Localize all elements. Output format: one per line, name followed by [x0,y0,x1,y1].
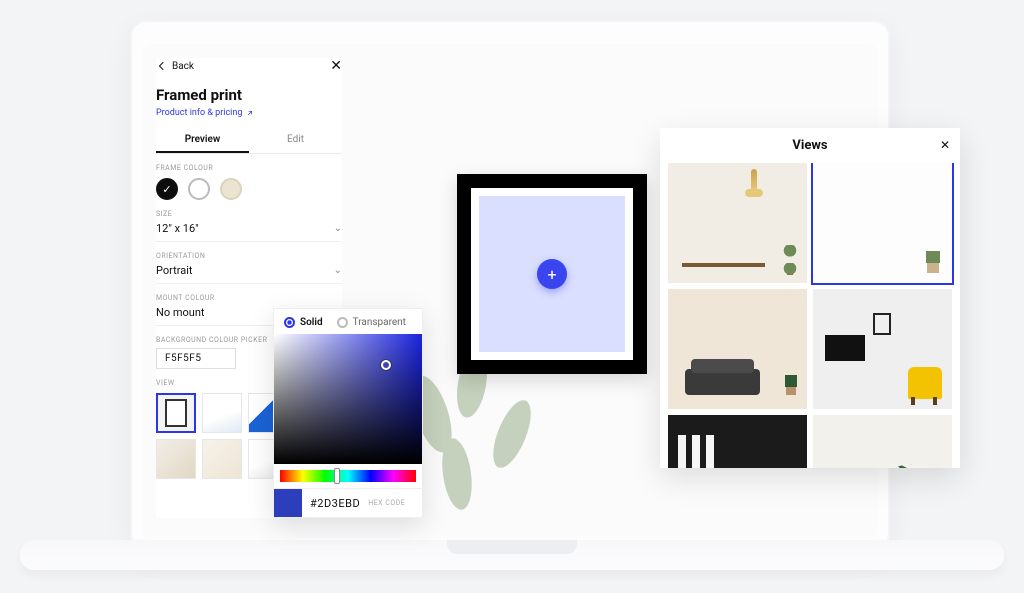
arrow-left-icon [156,60,168,72]
bg-hex-input[interactable]: F5F5F5 [156,348,236,369]
colour-cursor[interactable] [381,360,391,370]
view-option-living-room[interactable] [813,289,952,409]
orientation-select[interactable]: Portrait ⌄ [156,264,342,284]
colour-picker-popup: Solid Transparent #2D3EBD HEX CODE [273,308,423,518]
views-title: Views [792,138,827,153]
hue-thumb[interactable] [334,468,340,484]
frame-colour-swatches: ✓ [156,178,342,200]
external-link-icon [246,109,254,117]
hex-value[interactable]: #2D3EBD [302,497,368,510]
hue-slider[interactable] [280,470,416,482]
sidebar-tabs: Preview Edit [156,128,342,154]
product-info-link[interactable]: Product info & pricing [156,108,254,118]
size-value: 12" x 16" [156,222,199,235]
picker-solid-label: Solid [300,317,323,328]
views-grid [660,163,960,468]
radio-icon [284,317,295,328]
picker-mode-transparent[interactable]: Transparent [337,317,406,328]
view-option-blank[interactable] [813,163,952,283]
saturation-lightness-area[interactable] [274,334,422,464]
view-thumb-plain[interactable] [156,393,196,433]
add-artwork-button[interactable]: + [537,259,567,289]
product-title: Framed print [156,86,342,104]
size-select[interactable]: 12" x 16" ⌄ [156,222,342,242]
radio-icon [337,317,348,328]
current-colour-swatch [274,489,302,517]
product-info-link-label: Product info & pricing [156,108,242,118]
frame-artwork-area: + [479,196,625,352]
view-option-palm-room[interactable] [813,415,952,468]
close-sidebar-button[interactable]: ✕ [330,58,342,74]
frame-colour-natural[interactable] [220,178,242,200]
hex-code-label: HEX CODE [368,499,405,507]
orientation-value: Portrait [156,264,193,277]
view-thumb-4[interactable] [156,439,196,479]
laptop-notch [447,540,577,554]
picker-mode-solid[interactable]: Solid [284,317,323,328]
view-thumb-2[interactable] [202,393,242,433]
check-icon: ✓ [162,183,171,196]
chevron-down-icon: ⌄ [334,223,342,234]
view-option-sofa-room[interactable] [668,289,807,409]
back-label: Back [172,61,194,72]
picker-transparent-label: Transparent [353,317,406,328]
frame-mount: + [471,188,633,360]
frame-colour-white[interactable] [188,178,210,200]
mount-colour-label: MOUNT COLOUR [156,294,342,302]
tab-preview[interactable]: Preview [156,128,249,153]
laptop-base [20,540,1004,570]
views-close-button[interactable]: ✕ [940,138,950,152]
hex-row: #2D3EBD HEX CODE [274,488,422,517]
view-option-dark-room[interactable] [668,415,807,468]
back-button[interactable]: Back [156,60,194,72]
plus-icon: + [547,265,556,284]
orientation-label: ORIENTATION [156,252,342,260]
chevron-down-icon: ⌄ [334,265,342,276]
views-popup: Views ✕ [660,128,960,468]
frame-colour-black[interactable]: ✓ [156,178,178,200]
view-option-lamp-room[interactable] [668,163,807,283]
size-label: SIZE [156,210,342,218]
tab-edit[interactable]: Edit [249,128,342,153]
frame-colour-label: FRAME COLOUR [156,164,342,172]
product-preview: + [452,164,652,384]
view-thumb-5[interactable] [202,439,242,479]
frame-outer: + [457,174,647,374]
